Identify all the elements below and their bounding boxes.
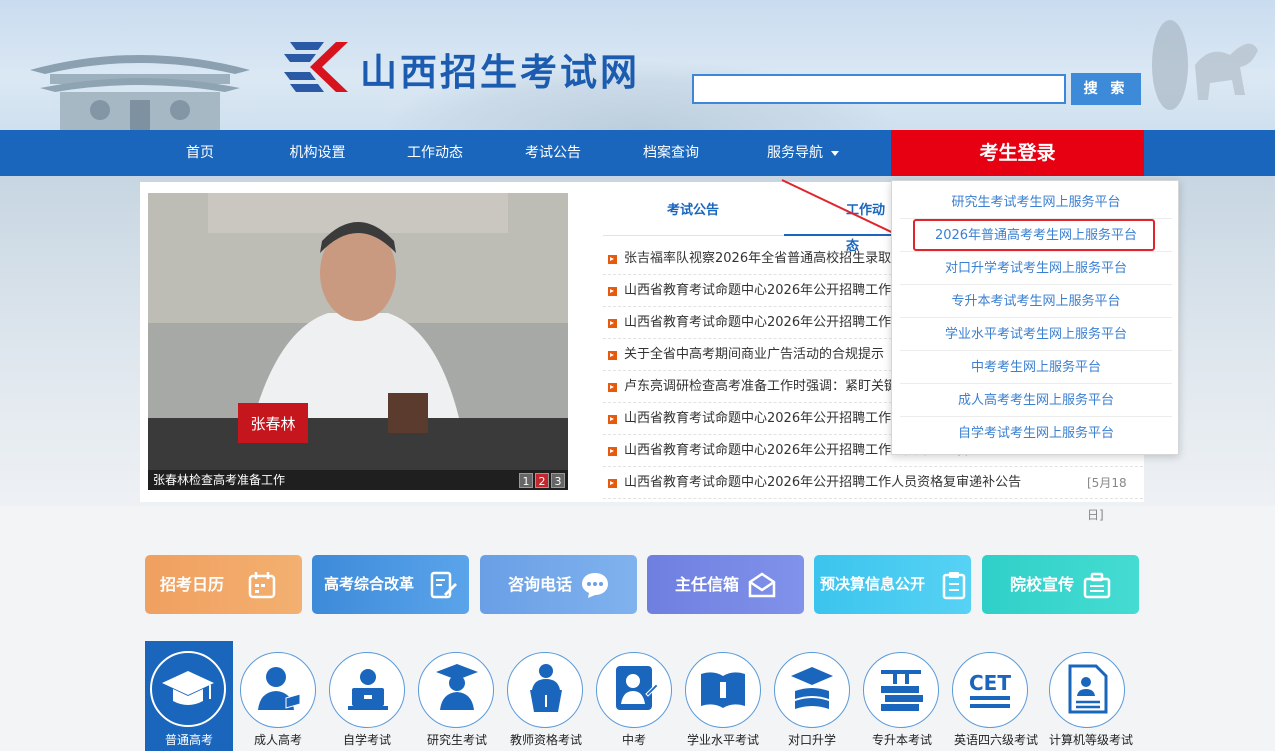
teacher-podium-icon — [530, 664, 562, 712]
bullet-arrow-icon — [608, 319, 617, 328]
chevron-down-icon — [831, 150, 839, 156]
search-input[interactable] — [692, 74, 1066, 104]
dropdown-item-zhongkao[interactable]: 中考考生网上服务平台 — [900, 351, 1172, 384]
quicklink-budget-disclosure[interactable]: 预决算信息公开 — [814, 555, 971, 614]
slider-caption: 张春林检查高考准备工作 — [148, 470, 568, 490]
dropdown-item-self-study[interactable]: 自学考试考生网上服务平台 — [900, 417, 1172, 450]
nav-item-organization[interactable]: 机构设置 — [270, 130, 365, 176]
site-header: 山西招生考试网 搜 索 — [0, 0, 1275, 130]
quicklink-calendar[interactable]: 招考日历 — [145, 555, 302, 614]
book-stack-icon — [881, 670, 923, 711]
briefcase-icon — [1083, 572, 1111, 599]
dropdown-item-academic-level[interactable]: 学业水平考试考生网上服务平台 — [900, 318, 1172, 351]
quicklink-director-mailbox[interactable]: 主任信箱 — [647, 555, 804, 614]
calendar-icon — [248, 572, 276, 599]
chat-icon — [582, 573, 608, 598]
tab-exam-notice[interactable]: 考试公告 — [603, 193, 783, 237]
nav-item-services[interactable]: 服务导航 — [748, 130, 858, 176]
quicklink-hotline[interactable]: 咨询电话 — [480, 555, 637, 614]
slider-photo: 张春林 — [148, 193, 568, 490]
open-book-icon — [701, 672, 745, 708]
cap-on-books-icon — [791, 667, 833, 709]
graduation-cap-icon — [162, 671, 214, 705]
quicklink-label: 院校宣传 — [1010, 575, 1075, 594]
dropdown-item-graduate[interactable]: 研究生考试考生网上服务平台 — [900, 186, 1172, 219]
bullet-arrow-icon — [608, 351, 617, 360]
dropdown-item-adult[interactable]: 成人高考考生网上服务平台 — [900, 384, 1172, 417]
search-button[interactable]: 搜 索 — [1071, 73, 1141, 105]
bullet-arrow-icon — [608, 383, 617, 392]
site-logo-icon — [284, 42, 348, 92]
mail-icon — [748, 572, 776, 598]
exam-label: 研究生考试 — [426, 733, 487, 747]
adult-student-icon — [258, 667, 301, 710]
graduate-person-icon — [436, 664, 478, 710]
news-title[interactable]: 关于全省中高考期间商业广告活动的合规提示 — [624, 339, 884, 371]
clipboard-icon — [942, 572, 966, 600]
student-writing-icon — [616, 666, 658, 710]
exam-label: 专升本考试 — [871, 733, 932, 747]
exam-label: 计算机等级考试 — [1048, 733, 1133, 747]
svg-text:CET: CET — [969, 671, 1011, 695]
nav-item-archive-query[interactable]: 档案查询 — [626, 130, 716, 176]
nav-item-exam-notice[interactable]: 考试公告 — [508, 130, 598, 176]
slider-pager: 1 2 3 — [519, 473, 565, 488]
slider-page-3[interactable]: 3 — [551, 473, 565, 488]
certificate-icon — [1068, 664, 1108, 714]
exam-label: 成人高考 — [253, 733, 302, 747]
bullet-arrow-icon — [608, 415, 617, 424]
slider-page-1[interactable]: 1 — [519, 473, 533, 488]
photo-slider[interactable]: 张春林 张春林检查高考准备工作 1 2 3 — [148, 193, 568, 490]
news-title[interactable]: 卢东亮调研检查高考准备工作时强调：紧盯关键环节 — [624, 371, 923, 403]
nav-item-work-news[interactable]: 工作动态 — [390, 130, 480, 176]
site-title: 山西招生考试网 — [360, 51, 640, 94]
exam-label: 中考 — [621, 733, 646, 747]
slider-page-2[interactable]: 2 — [535, 473, 549, 488]
computer-user-icon — [348, 669, 388, 710]
bullet-arrow-icon — [608, 255, 617, 264]
quicklink-label: 咨询电话 — [508, 575, 573, 594]
bullet-arrow-icon — [608, 479, 617, 488]
news-date: [5月18日] — [1087, 476, 1127, 522]
exam-label: 教师资格考试 — [509, 733, 582, 747]
exam-label: 对口升学 — [787, 733, 836, 747]
nav-item-home[interactable]: 首页 — [160, 130, 240, 176]
quicklink-label: 高考综合改革 — [324, 575, 415, 593]
exam-label: 普通高考 — [164, 733, 213, 747]
nameplate-text: 张春林 — [250, 415, 295, 433]
quicklink-label: 招考日历 — [160, 575, 225, 594]
dropdown-highlight-box — [913, 219, 1155, 251]
quicklink-label: 主任信箱 — [675, 575, 740, 594]
pavilion-illustration — [30, 55, 250, 130]
student-login-button[interactable]: 考生登录 — [891, 130, 1144, 176]
bronze-statue-illustration — [1152, 20, 1258, 110]
dropdown-item-upgrade[interactable]: 专升本考试考生网上服务平台 — [900, 285, 1172, 318]
quicklink-gaokao-reform[interactable]: 高考综合改革 — [312, 555, 469, 614]
exam-label: 学业水平考试 — [686, 733, 759, 747]
dropdown-item-vocational[interactable]: 对口升学考试考生网上服务平台 — [900, 252, 1172, 285]
nav-item-services-label: 服务导航 — [767, 145, 823, 161]
bullet-arrow-icon — [608, 447, 617, 456]
exam-label: 自学考试 — [342, 733, 391, 747]
quicklink-college-promo[interactable]: 院校宣传 — [982, 555, 1139, 614]
news-item[interactable]: 山西省教育考试命题中心2026年公开招聘工作人员资格复审递补公告 [5月18日] — [603, 467, 1143, 522]
bullet-arrow-icon — [608, 287, 617, 296]
edit-doc-icon — [430, 571, 457, 599]
news-title[interactable]: 山西省教育考试命题中心2026年公开招聘工作人员资格复审递补公告 — [624, 467, 1021, 499]
quicklink-label: 预决算信息公开 — [820, 575, 926, 593]
cet-icon: CET — [969, 671, 1011, 708]
